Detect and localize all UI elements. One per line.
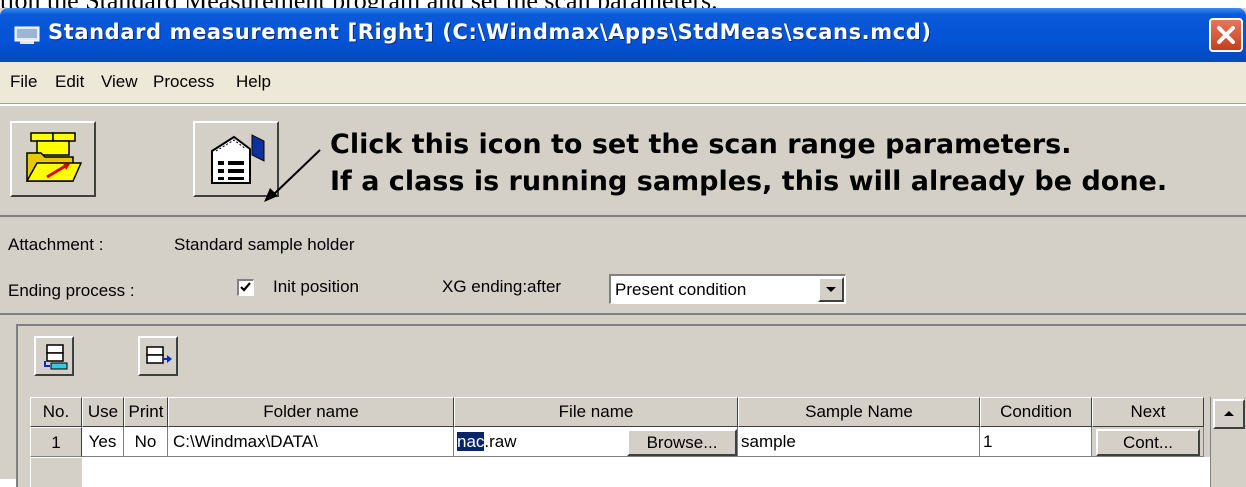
file-name-extension: .raw	[484, 432, 517, 451]
xg-ending-select[interactable]: Present condition	[609, 274, 846, 304]
menu-bar: File Edit View Process Help	[0, 62, 1246, 104]
row-header-empty	[30, 457, 82, 487]
file-name-selection: nac	[457, 432, 485, 451]
print-cell[interactable]: No	[124, 427, 168, 457]
toolbar: Click this icon to set the scan range pa…	[0, 104, 1246, 217]
menu-edit[interactable]: Edit	[55, 72, 84, 92]
xg-ending-label: XG ending:after	[442, 277, 562, 296]
header-print: Print	[124, 397, 168, 427]
init-position-label: Init position	[273, 277, 359, 296]
folder-cell[interactable]: C:\Windmax\DATA\	[168, 427, 454, 457]
next-button[interactable]: Cont...	[1096, 429, 1200, 456]
settings-panel: Attachment : Standard sample holder Endi…	[0, 219, 1246, 315]
title-bar[interactable]: Standard measurement [Right] (C:\Windmax…	[0, 8, 1246, 62]
header-use: Use	[82, 397, 124, 427]
table-row-empty	[30, 457, 1210, 487]
instruction-callout: Click this icon to set the scan range pa…	[330, 126, 1167, 200]
insert-row-button[interactable]	[34, 336, 74, 376]
checkmark-icon	[240, 282, 251, 292]
xg-ending-dropdown-button[interactable]	[818, 277, 844, 302]
attachment-label: Attachment :	[8, 235, 104, 254]
condition-cell[interactable]: 1	[980, 427, 1092, 457]
callout-line-2: If a class is running samples, this will…	[330, 166, 1168, 197]
attachment-value: Standard sample holder	[174, 235, 355, 254]
header-no: No.	[30, 397, 82, 427]
header-next: Next	[1092, 397, 1204, 427]
append-row-button[interactable]	[138, 336, 178, 376]
close-button[interactable]	[1209, 18, 1243, 52]
vertical-scrollbar[interactable]	[1210, 397, 1246, 487]
xg-ending-value: Present condition	[615, 280, 747, 299]
browse-button[interactable]: Browse...	[627, 429, 737, 456]
open-folder-icon	[25, 132, 83, 182]
menu-view[interactable]: View	[101, 72, 138, 92]
open-folder-button[interactable]	[10, 121, 96, 197]
main-window: Standard measurement [Right] (C:\Windmax…	[0, 8, 1246, 487]
header-folder-name: Folder name	[168, 397, 454, 427]
row-number[interactable]: 1	[30, 427, 82, 457]
header-sample-name: Sample Name	[738, 397, 980, 427]
menu-help[interactable]: Help	[236, 72, 271, 92]
append-row-icon	[146, 346, 172, 364]
header-file-name: File name	[454, 397, 738, 427]
callout-arrow	[264, 149, 321, 202]
scan-parameters-icon	[211, 134, 265, 184]
dropdown-arrow-icon	[826, 287, 836, 292]
menu-file[interactable]: File	[10, 72, 37, 92]
close-icon	[1217, 26, 1235, 44]
header-condition: Condition	[980, 397, 1092, 427]
scroll-up-button[interactable]	[1213, 399, 1245, 429]
ending-process-label: Ending process :	[8, 281, 135, 300]
scroll-up-arrow-icon	[1224, 411, 1234, 416]
menu-process[interactable]: Process	[153, 72, 214, 92]
use-cell[interactable]: Yes	[82, 427, 124, 457]
window-icon	[14, 26, 40, 44]
sample-name-cell[interactable]: sample	[738, 427, 980, 457]
init-position-checkbox[interactable]	[237, 279, 254, 296]
window-title: Standard measurement [Right] (C:\Windmax…	[48, 20, 932, 44]
insert-row-icon	[44, 344, 68, 370]
callout-line-1: Click this icon to set the scan range pa…	[330, 129, 1072, 160]
